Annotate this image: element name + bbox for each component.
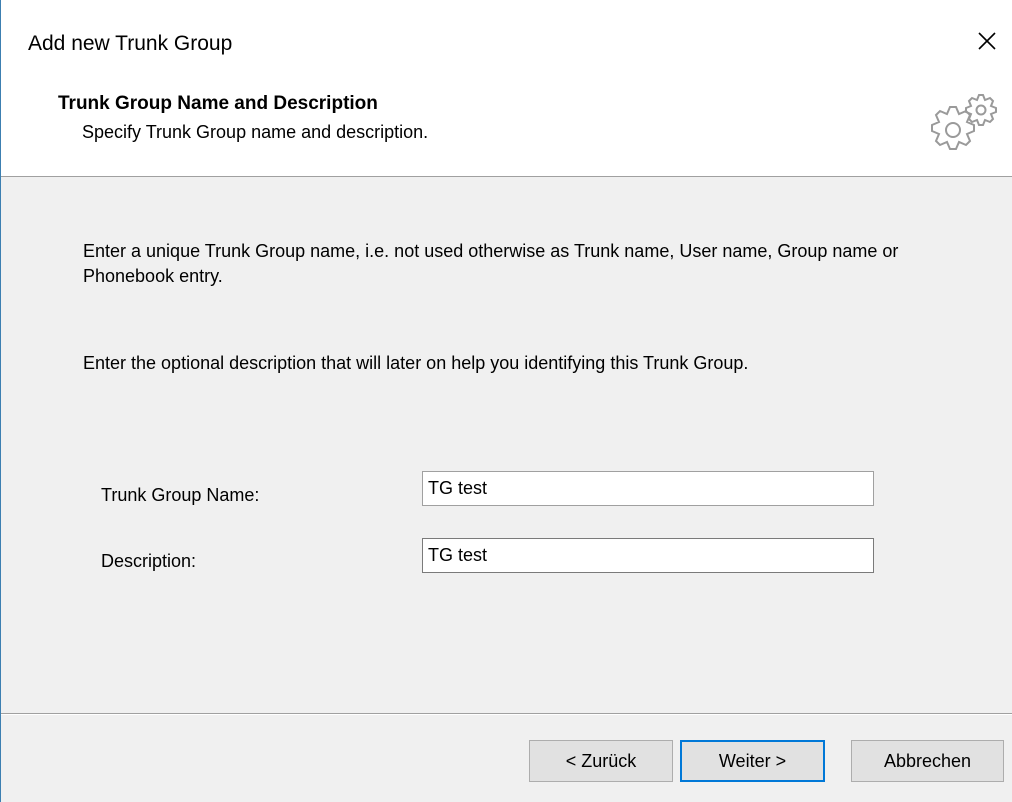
next-button[interactable]: Weiter > — [680, 740, 825, 782]
wizard-header: Trunk Group Name and Description Specify… — [1, 78, 1012, 177]
gears-icon — [931, 94, 997, 150]
trunk-group-name-label: Trunk Group Name: — [101, 485, 260, 505]
title-bar: Add new Trunk Group — [1, 0, 1012, 78]
instruction-name: Enter a unique Trunk Group name, i.e. no… — [83, 241, 899, 286]
trunk-group-dialog: Add new Trunk Group Trunk Group Name and… — [0, 0, 1012, 802]
header-title: Trunk Group Name and Description — [58, 93, 378, 114]
close-button[interactable] — [962, 18, 1012, 64]
wizard-content: Enter a unique Trunk Group name, i.e. no… — [1, 177, 1012, 705]
description-input[interactable] — [422, 538, 874, 573]
header-subtitle: Specify Trunk Group name and description… — [82, 122, 429, 142]
trunk-group-name-input[interactable] — [422, 471, 874, 506]
description-label: Description: — [101, 551, 197, 571]
instruction-description: Enter the optional description that will… — [83, 353, 749, 373]
back-button[interactable]: < Zurück — [529, 740, 673, 782]
window-title: Add new Trunk Group — [28, 32, 233, 55]
footer-divider — [1, 713, 1012, 715]
close-icon — [978, 32, 996, 50]
cancel-button[interactable]: Abbrechen — [851, 740, 1004, 782]
